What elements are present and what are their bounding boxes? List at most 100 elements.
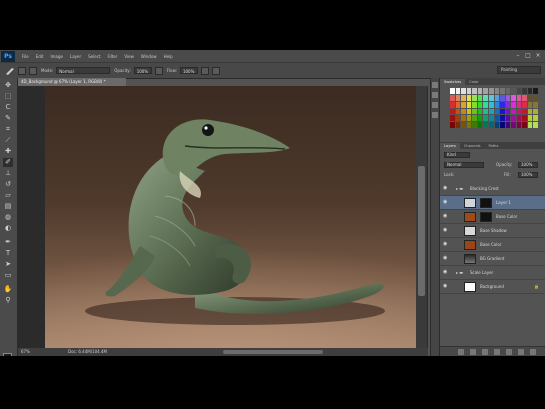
foreground-color-swatch[interactable] [3, 353, 12, 356]
swatch-cell[interactable] [494, 101, 500, 108]
vertical-scroll-thumb[interactable] [418, 166, 425, 296]
tab-layers[interactable]: Layers [440, 143, 460, 149]
dodge-icon[interactable]: ◐ [3, 224, 13, 233]
swatch-cell[interactable] [494, 115, 500, 122]
swatch-cell[interactable] [472, 94, 477, 101]
swatch-cell[interactable] [466, 122, 472, 128]
swatch-cell[interactable] [455, 88, 461, 94]
swatch-cell[interactable] [500, 88, 505, 94]
maximize-icon[interactable]: □ [524, 50, 532, 61]
swatch-cell[interactable] [461, 115, 466, 122]
swatch-cell[interactable] [477, 88, 483, 94]
swatch-cell[interactable] [505, 101, 511, 108]
tab-channels[interactable]: Channels [460, 143, 485, 149]
swatch-cell[interactable] [494, 94, 500, 101]
swatch-cell[interactable] [450, 94, 455, 101]
swatch-cell[interactable] [516, 94, 522, 101]
layer-group-row[interactable]: ◉ ▸ ▬ Blocking Crest [440, 182, 545, 196]
swatch-cell[interactable] [511, 122, 516, 128]
eye-icon[interactable]: ◉ [443, 242, 449, 247]
fill-field[interactable]: 100% [518, 172, 538, 178]
swatch-cell[interactable] [511, 115, 516, 122]
blur-icon[interactable]: ◍ [3, 213, 13, 222]
type-icon[interactable]: T [3, 249, 13, 258]
swatch-cell[interactable] [522, 115, 527, 122]
workspace-select[interactable]: Painting [497, 66, 541, 74]
history-brush-icon[interactable]: ↺ [3, 180, 13, 189]
swatch-cell[interactable] [488, 94, 494, 101]
layer-group-row[interactable]: ◉ ▸ ▬ Scale Layer [440, 266, 545, 280]
swatch-cell[interactable] [505, 108, 511, 115]
swatch-cell[interactable] [505, 115, 511, 122]
brush-panel-toggle[interactable] [29, 66, 37, 75]
layer-row[interactable]: ◉ Base Shadow [440, 224, 545, 238]
properties-icon[interactable] [432, 102, 438, 108]
swatch-cell[interactable] [450, 108, 455, 115]
swatch-cell[interactable] [527, 108, 533, 115]
menu-filter[interactable]: Filter [107, 54, 117, 59]
layer-row[interactable]: ◉ BG Gradient [440, 252, 545, 266]
history-icon[interactable] [432, 82, 438, 88]
document-tab[interactable]: 4D_Background @ 67% (Layer 1, RGB/8) * [18, 78, 126, 86]
swatch-cell[interactable] [466, 115, 472, 122]
swatch-cell[interactable] [483, 122, 488, 128]
tab-paths[interactable]: Paths [485, 143, 503, 149]
menu-image[interactable]: Image [50, 54, 63, 59]
lasso-icon[interactable]: ᑕ [3, 103, 13, 112]
swatch-cell[interactable] [511, 94, 516, 101]
adjustment-layer-icon[interactable] [494, 349, 500, 355]
brush-presets-icon[interactable] [432, 92, 438, 98]
swatch-cell[interactable] [450, 101, 455, 108]
blend-mode-select[interactable]: Normal [444, 162, 484, 168]
swatch-cell[interactable] [533, 94, 538, 101]
layer-kind-filter[interactable]: Kind [444, 152, 470, 158]
layer-row[interactable]: ◉ Base Color [440, 210, 545, 224]
swatch-cell[interactable] [466, 108, 472, 115]
swatch-cell[interactable] [483, 108, 488, 115]
swatch-cell[interactable] [527, 122, 533, 128]
swatch-cell[interactable] [455, 115, 461, 122]
menu-layer[interactable]: Layer [70, 54, 81, 59]
swatch-cell[interactable] [522, 88, 527, 94]
tab-swatches[interactable]: Swatches [440, 79, 466, 85]
swatch-grid[interactable] [450, 88, 538, 128]
eye-icon[interactable]: ◉ [443, 214, 449, 219]
mode-select[interactable]: Normal [56, 67, 111, 74]
minimize-icon[interactable]: – [514, 50, 522, 61]
vertical-scrollbar[interactable] [416, 86, 427, 348]
airbrush-icon[interactable] [200, 66, 209, 75]
opacity-field[interactable]: 100% [133, 67, 152, 74]
swatch-cell[interactable] [483, 115, 488, 122]
adjustments-icon[interactable] [432, 112, 438, 118]
eye-icon[interactable]: ◉ [443, 284, 449, 289]
layer-row[interactable]: ◉ Background 🔒 [440, 280, 545, 294]
eye-icon[interactable]: ◉ [443, 256, 449, 261]
swatch-cell[interactable] [527, 115, 533, 122]
swatch-cell[interactable] [533, 115, 538, 122]
menu-edit[interactable]: Edit [36, 54, 44, 59]
eye-icon[interactable]: ◉ [443, 200, 449, 205]
menu-view[interactable]: View [124, 54, 134, 59]
swatch-cell[interactable] [500, 108, 505, 115]
close-icon[interactable]: × [534, 50, 542, 61]
swatch-cell[interactable] [466, 94, 472, 101]
swatch-cell[interactable] [466, 101, 472, 108]
swatch-cell[interactable] [455, 108, 461, 115]
menu-select[interactable]: Select [88, 54, 100, 59]
swatch-cell[interactable] [472, 88, 477, 94]
pen-icon[interactable]: ✒ [3, 238, 13, 247]
menu-window[interactable]: Window [141, 54, 157, 59]
swatch-cell[interactable] [466, 88, 472, 94]
pressure-opacity-icon[interactable] [154, 66, 163, 75]
swatch-cell[interactable] [477, 101, 483, 108]
swatch-cell[interactable] [461, 94, 466, 101]
swatch-cell[interactable] [477, 108, 483, 115]
crop-icon[interactable]: ⌗ [3, 125, 13, 134]
swatch-cell[interactable] [533, 88, 538, 94]
flow-field[interactable]: 100% [179, 67, 198, 74]
swatch-cell[interactable] [461, 88, 466, 94]
swatch-cell[interactable] [494, 108, 500, 115]
quick-select-icon[interactable]: ✎ [3, 114, 13, 123]
swatch-cell[interactable] [472, 115, 477, 122]
zoom-icon[interactable]: ⚲ [3, 296, 13, 305]
